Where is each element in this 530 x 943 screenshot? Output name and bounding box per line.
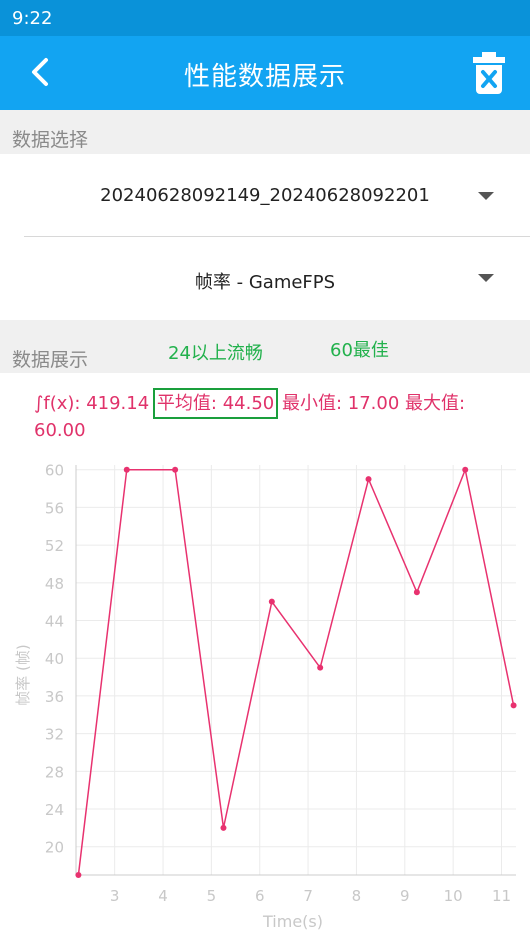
page-title: 性能数据展示	[183, 62, 346, 92]
y-tick-label: 28	[45, 763, 64, 781]
file-selector[interactable]: 20240628092149_20240628092201	[0, 155, 530, 237]
y-tick-label: 36	[45, 688, 64, 706]
x-tick-label: 3	[110, 887, 120, 905]
metric-selector-value: 帧率 - GameFPS	[194, 272, 336, 293]
x-axis-title: Time(s)	[262, 912, 323, 931]
data-point	[365, 476, 372, 483]
fps-line-chart: Time(s) 帧率 (帧) 20242832364044485256603 4 5…	[14, 462, 517, 931]
data-select-header-label: 数据选择	[12, 129, 89, 151]
data-point	[413, 589, 420, 596]
best-note: 60最佳	[330, 340, 389, 361]
y-tick-label: 32	[45, 726, 64, 744]
stat-max-value: 60.00	[34, 420, 86, 441]
data-point	[172, 466, 179, 473]
app-bar: 性能数据展示	[0, 36, 530, 110]
data-display-header: 数据展示	[0, 320, 530, 373]
stats-summary: ∫f(x): 419.14 平均值: 44.50 最小值: 17.00 最大值:…	[34, 388, 504, 442]
y-tick-label: 56	[45, 499, 64, 517]
data-point	[268, 598, 275, 605]
x-tick-label: 4	[158, 887, 168, 905]
y-tick-label: 60	[45, 462, 64, 480]
chevron-down-icon	[478, 274, 494, 282]
y-tick-label: 40	[45, 650, 64, 668]
y-tick-label: 20	[45, 839, 64, 857]
status-time: 9:22	[12, 8, 53, 29]
series-line	[77, 467, 515, 876]
y-tick-label: 48	[45, 575, 64, 593]
stat-average: 平均值: 44.50	[152, 388, 279, 419]
stat-min: 最小值: 17.00	[281, 393, 400, 414]
x-tick-label: 6	[255, 887, 265, 905]
y-tick-label: 52	[45, 537, 64, 555]
x-tick-label: 7	[303, 887, 313, 905]
y-tick-label: 44	[45, 613, 64, 631]
x-tick-label: 8	[352, 887, 362, 905]
status-bar: 9:22	[0, 0, 530, 36]
x-tick-label: 9	[400, 887, 410, 905]
data-point	[220, 824, 227, 831]
smooth-note: 24以上流畅	[168, 343, 263, 364]
x-tick-label: 5	[207, 887, 217, 905]
y-tick-label: 24	[45, 801, 64, 819]
stat-integral: ∫f(x): 419.14	[34, 393, 150, 414]
y-axis-title: 帧率 (帧)	[14, 644, 32, 705]
x-tick-label: 10	[444, 887, 463, 905]
data-point	[510, 702, 517, 709]
metric-selector[interactable]: 帧率 - GameFPS	[0, 237, 530, 319]
file-selector-value: 20240628092149_20240628092201	[100, 185, 430, 206]
stat-max-label: 最大值:	[405, 393, 466, 414]
data-point	[123, 466, 130, 473]
x-tick-label: 11	[492, 887, 511, 905]
data-select-header: 数据选择	[0, 110, 530, 154]
trash-icon[interactable]	[470, 50, 508, 96]
data-point	[317, 664, 324, 671]
chevron-down-icon	[478, 192, 494, 200]
data-point	[75, 872, 82, 878]
data-point	[462, 466, 469, 473]
data-display-header-label: 数据展示	[12, 349, 89, 371]
